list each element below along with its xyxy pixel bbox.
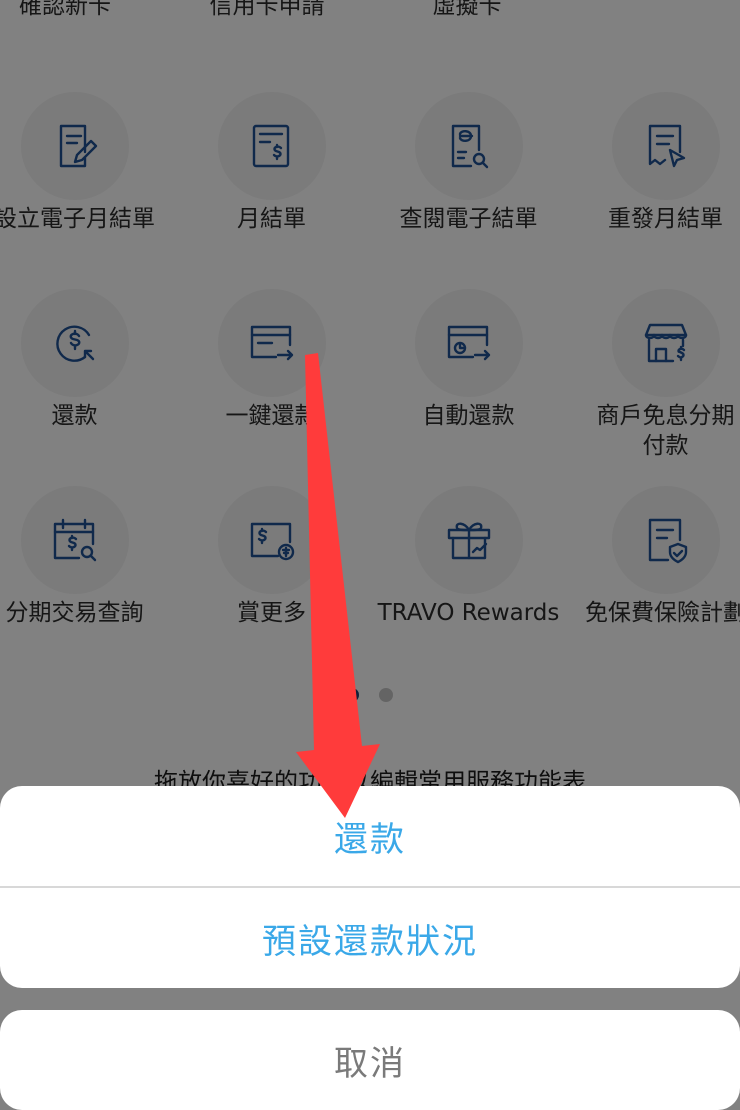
action-sheet-cancel: 取消 bbox=[0, 1010, 740, 1110]
repayment-option-button[interactable]: 還款 bbox=[0, 786, 740, 886]
cancel-button[interactable]: 取消 bbox=[0, 1010, 740, 1110]
action-sheet-options: 還款 預設還款狀況 bbox=[0, 786, 740, 988]
default-repayment-status-button[interactable]: 預設還款狀況 bbox=[0, 888, 740, 988]
app-screen: 確認新卡 信用卡申請 虛擬卡 設立電子月結單 月結單 查閱電子結單 重發月結單 … bbox=[0, 0, 740, 1110]
